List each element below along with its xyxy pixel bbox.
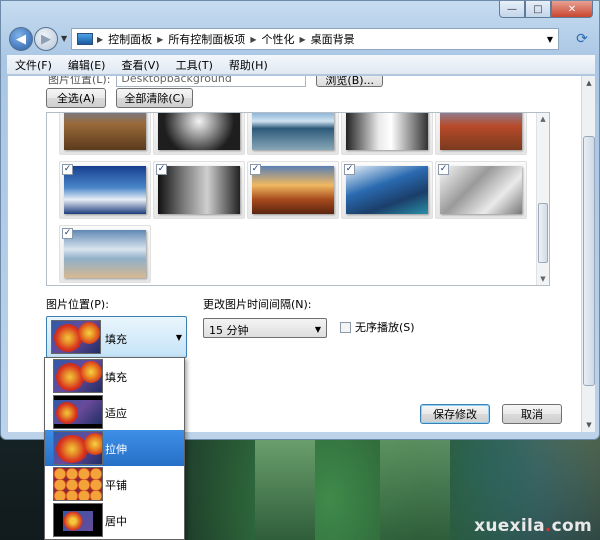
minimize-button[interactable]: — [499,1,525,18]
option-fill[interactable]: 填充 [45,358,184,394]
checkbox-icon[interactable] [340,321,351,333]
forward-button[interactable]: ▶ [34,27,58,51]
option-stretch[interactable]: 拉伸 [45,430,184,466]
picture-location-row: 图片位置(L): Desktopbackground 浏览(B)... [48,76,384,88]
center-preview-icon [53,503,103,537]
wallpaper-waterfall [255,440,315,540]
picture-position-dropdown: 填充 适应 拉伸 平铺 居中 [44,357,185,540]
menu-bar: 文件(F) 编辑(E) 查看(V) 工具(T) 帮助(H) [7,55,595,75]
thumbnail-checkbox[interactable]: ✓ [344,164,355,175]
option-center[interactable]: 居中 [45,502,184,538]
thumbnail-waterfall[interactable]: ✓ [341,113,433,155]
picture-position-select[interactable]: 填充 ▼ [46,316,187,358]
picture-position-value: 填充 [105,333,127,346]
chevron-down-icon: ▼ [314,325,321,334]
chevron-down-icon: ▼ [175,333,182,342]
option-fit[interactable]: 适应 [45,394,184,430]
window-scroll-thumb[interactable] [583,136,595,386]
select-all-button[interactable]: 全选(A) [46,88,106,108]
menu-edit[interactable]: 编辑(E) [60,57,114,73]
gallery-scrollbar[interactable]: ▲ ▼ [536,113,549,285]
back-button[interactable]: ◀ [9,27,33,51]
thumbnail-sunset-field[interactable]: ✓ [247,161,339,219]
thumbnail-bw-forest[interactable]: ✓ [153,161,245,219]
wallpaper-gallery: ✓ ✓ ✓ ✓ ✓ ✓ ✓ [46,112,550,286]
picture-location-select[interactable]: Desktopbackground [116,76,307,87]
picture-location-label: 图片位置(L): [48,76,111,86]
fill-preview-icon [53,359,103,393]
cancel-button[interactable]: 取消 [502,404,562,424]
recent-pages-dropdown-icon[interactable]: ▼ [61,34,67,43]
breadcrumb-control-panel[interactable]: 控制面板 [103,31,157,47]
picture-position-label: 图片位置(P): [46,298,109,311]
menu-tools[interactable]: 工具(T) [168,57,221,73]
thumbnail-bw-tree[interactable]: ✓ [153,113,245,155]
thumbnail-lake-mountain[interactable]: ✓ [247,113,339,155]
window-scrollbar[interactable]: ▲ ▼ [581,76,595,432]
control-panel-icon [77,33,93,45]
refresh-icon[interactable]: ⟳ [571,29,593,49]
interval-label: 更改图片时间间隔(N): [203,298,312,311]
thumbnail-checkbox[interactable]: ✓ [438,164,449,175]
close-button[interactable]: ✕ [551,1,593,18]
option-tile[interactable]: 平铺 [45,466,184,502]
fit-preview-icon [53,395,103,429]
tile-preview-icon [53,467,103,501]
thumbnail-clouds-plain[interactable]: ✓ [59,225,151,283]
thumbnail-checkbox[interactable]: ✓ [250,164,261,175]
watermark: xuexila.com [474,516,592,536]
menu-view[interactable]: 查看(V) [113,57,167,73]
scroll-up-icon[interactable]: ▲ [537,113,549,125]
wallpaper-moss [380,440,450,540]
thumbnail-canyon[interactable]: ✓ [59,113,151,155]
save-changes-button[interactable]: 保存修改 [420,404,490,424]
stretch-preview-icon [53,431,103,465]
fill-preview-icon [51,320,101,354]
window-controls: — □ ✕ [499,1,593,18]
scroll-down-icon[interactable]: ▼ [537,273,549,285]
thumbnail-blue-mountains[interactable]: ✓ [59,161,151,219]
breadcrumb-all-items[interactable]: 所有控制面板项 [163,31,250,47]
address-bar[interactable]: ▶ 控制面板 ▶ 所有控制面板项 ▶ 个性化 ▶ 桌面背景 ▼ [71,28,559,50]
address-dropdown-icon[interactable]: ▼ [542,35,558,44]
shuffle-checkbox[interactable]: 无序播放(S) [340,319,415,335]
menu-help[interactable]: 帮助(H) [221,57,276,73]
scroll-up-icon[interactable]: ▲ [582,76,596,90]
maximize-button[interactable]: □ [525,1,551,18]
thumbnail-checkbox[interactable]: ✓ [62,164,73,175]
shuffle-label: 无序播放(S) [355,321,415,334]
thumbnail-checkbox[interactable]: ✓ [156,164,167,175]
menu-file[interactable]: 文件(F) [7,57,60,73]
thumbnail-snow-forest[interactable]: ✓ [435,161,527,219]
gallery-scroll-thumb[interactable] [538,203,548,263]
scroll-down-icon[interactable]: ▼ [582,418,596,432]
interval-value: 15 分钟 [209,324,249,337]
thumbnail-checkbox[interactable]: ✓ [62,228,73,239]
interval-select[interactable]: 15 分钟 ▼ [203,318,327,338]
clear-all-button[interactable]: 全部清除(C) [116,88,193,108]
navigation-bar: ◀ ▶ ▼ ▶ 控制面板 ▶ 所有控制面板项 ▶ 个性化 ▶ 桌面背景 ▼ ⟳ [7,25,595,53]
breadcrumb-personalization[interactable]: 个性化 [256,31,299,47]
browse-button[interactable]: 浏览(B)... [316,76,384,87]
thumbnail-coast-tree[interactable]: ✓ [341,161,433,219]
breadcrumb-desktop-background[interactable]: 桌面背景 [306,31,360,47]
thumbnail-red-rock[interactable]: ✓ [435,113,527,155]
